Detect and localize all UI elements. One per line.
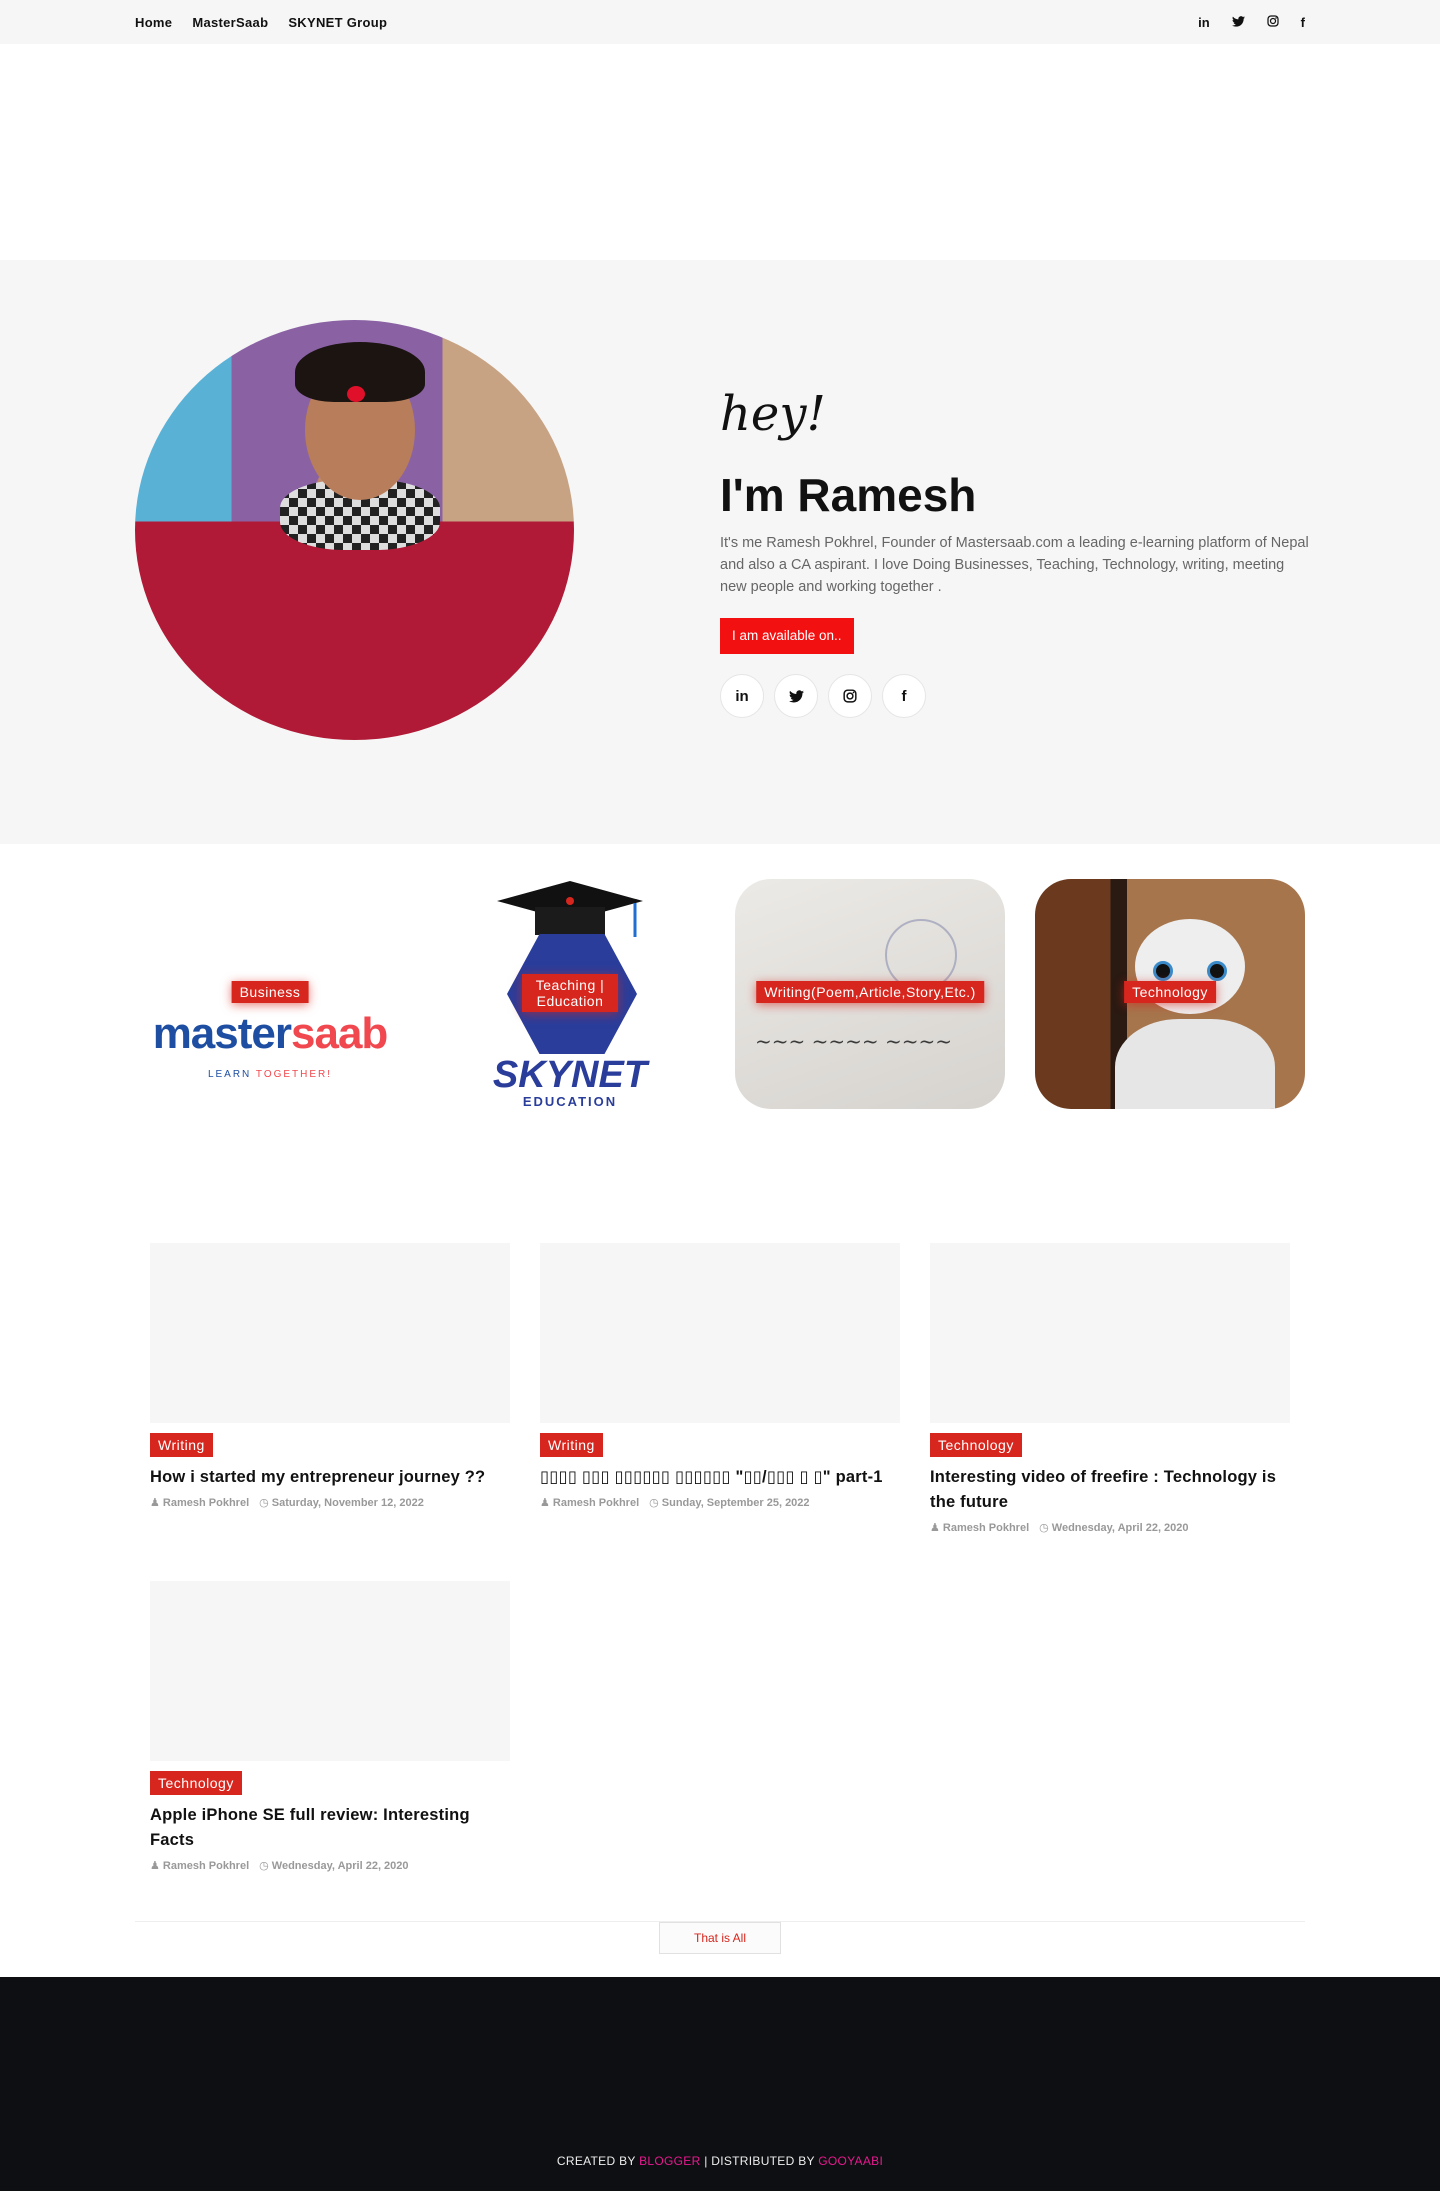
post-label[interactable]: Technology [150,1771,242,1795]
post-meta: ♟ Ramesh Pokhrel ◷ Wednesday, April 22, … [930,1521,1290,1534]
hero-greeting: hey! [720,386,826,442]
footer-credits: CREATED BY BLOGGER | DISTRIBUTED BY GOOY… [556,2154,884,2168]
category-label: Technology [1124,981,1216,1003]
top-navbar: Home MasterSaab SKYNET Group in f [0,0,1440,44]
gooyaabi-link[interactable]: GOOYAABI [818,2154,883,2168]
hero-heading: I'm Ramesh [720,469,977,521]
load-more-button[interactable]: That is All [659,1922,781,1954]
post-thumbnail[interactable] [540,1243,900,1423]
facebook-icon[interactable]: f [882,674,926,718]
blogger-link[interactable]: BLOGGER [639,2154,700,2168]
clock-icon: ◷ Wednesday, April 22, 2020 [1039,1522,1189,1534]
post-label[interactable]: Technology [930,1433,1022,1457]
post-title[interactable]: ▯▯▯▯ ▯▯▯ ▯▯▯▯▯▯ ▯▯▯▯▯▯ "▯▯/▯▯▯ ▯ ▯" part… [540,1465,900,1490]
post-label[interactable]: Writing [540,1433,603,1457]
linkedin-icon[interactable]: in [720,674,764,718]
instagram-icon[interactable] [1267,14,1279,30]
author-icon: ♟ Ramesh Pokhrel [150,1860,250,1872]
post-card[interactable]: Writing How i started my entrepreneur jo… [150,1243,510,1509]
facebook-icon[interactable]: f [1301,15,1305,30]
post-title[interactable]: Interesting video of freefire : Technolo… [930,1465,1290,1515]
profile-photo [135,320,574,740]
post-meta: ♟ Ramesh Pokhrel ◷ Saturday, November 12… [150,1496,510,1509]
category-teaching-tile[interactable]: SKYNET EDUCATION Teaching | Education [435,879,705,1109]
mastersaab-logo: mastersaab [152,1009,389,1058]
post-thumbnail[interactable] [150,1581,510,1761]
post-card[interactable]: Writing ▯▯▯▯ ▯▯▯ ▯▯▯▯▯▯ ▯▯▯▯▯▯ "▯▯/▯▯▯ ▯… [540,1243,900,1509]
main-nav: Home MasterSaab SKYNET Group [135,0,387,44]
skynet-subtext: EDUCATION [522,1094,618,1109]
post-thumbnail[interactable] [930,1243,1290,1423]
mastersaab-tagline: LEARN TOGETHER! [207,1069,333,1080]
post-meta: ♟ Ramesh Pokhrel ◷ Sunday, September 25,… [540,1496,900,1509]
post-title[interactable]: How i started my entrepreneur journey ?? [150,1465,510,1490]
clock-icon: ◷ Saturday, November 12, 2022 [259,1497,424,1509]
instagram-icon[interactable] [828,674,872,718]
graduation-cap-icon [497,881,643,937]
hero-social-links: in f [720,674,926,718]
author-icon: ♟ Ramesh Pokhrel [150,1497,250,1509]
author-icon: ♟ Ramesh Pokhrel [540,1497,640,1509]
post-title[interactable]: Apple iPhone SE full review: Interesting… [150,1803,510,1853]
category-technology-tile[interactable]: Technology [1035,879,1305,1109]
post-card[interactable]: Technology Interesting video of freefire… [930,1243,1290,1534]
nav-home-link[interactable]: Home [135,15,172,30]
twitter-icon[interactable] [1231,15,1245,30]
post-label[interactable]: Writing [150,1433,213,1457]
top-social-links: in f [1198,0,1305,44]
clock-icon: ◷ Wednesday, April 22, 2020 [259,1860,409,1872]
post-meta: ♟ Ramesh Pokhrel ◷ Wednesday, April 22, … [150,1859,510,1872]
available-on-button[interactable]: I am available on.. [720,618,854,654]
nav-mastersaab-link[interactable]: MasterSaab [192,15,268,30]
twitter-icon[interactable] [774,674,818,718]
hero-bio: It's me Ramesh Pokhrel, Founder of Maste… [720,535,1309,595]
post-card[interactable]: Technology Apple iPhone SE full review: … [150,1581,510,1872]
category-writing-tile[interactable]: ~~~ ~~~~ ~~~~ Writing(Poem,Article,Story… [735,879,1005,1109]
category-business-tile[interactable]: mastersaab LEARN TOGETHER! Business [135,879,405,1109]
category-label: Writing(Poem,Article,Story,Etc.) [756,981,984,1003]
linkedin-icon[interactable]: in [1198,15,1210,30]
skynet-logo: SKYNET [492,1054,648,1096]
category-label: Business [231,981,309,1003]
nav-skynet-link[interactable]: SKYNET Group [288,15,387,30]
post-thumbnail[interactable] [150,1243,510,1423]
category-label: Teaching | Education [522,974,618,1012]
clock-icon: ◷ Sunday, September 25, 2022 [649,1497,810,1509]
author-icon: ♟ Ramesh Pokhrel [930,1522,1030,1534]
